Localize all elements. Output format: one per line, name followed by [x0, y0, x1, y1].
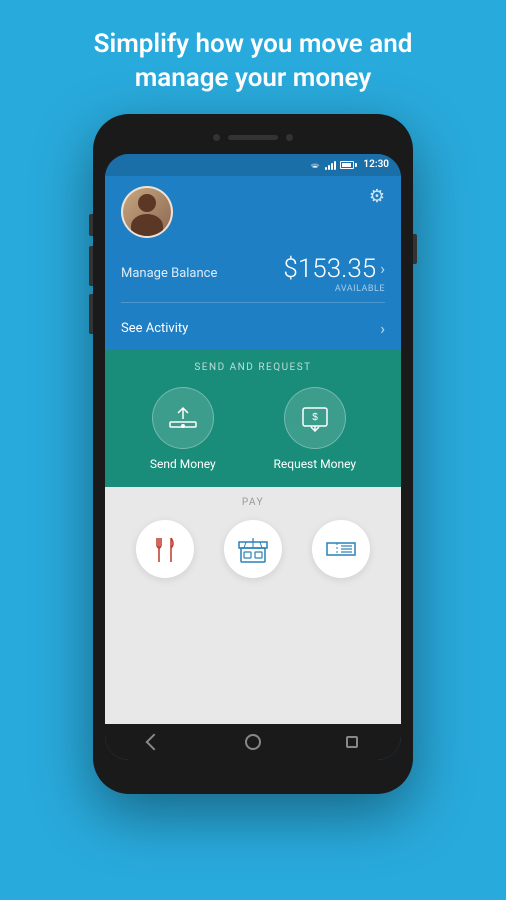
see-activity-row[interactable]: See Activity ›: [121, 311, 385, 350]
power-button[interactable]: [413, 234, 417, 264]
balance-amount: $153.35: [283, 254, 376, 284]
avatar-image: [123, 186, 171, 238]
settings-icon[interactable]: ⚙: [369, 186, 385, 207]
balance-amount-row[interactable]: $153.35 ›: [283, 254, 385, 284]
ticket-icon: [324, 535, 358, 563]
request-money-circle: $: [284, 387, 346, 449]
phone-top-bar: [105, 126, 401, 150]
avatar-row: ⚙: [121, 186, 385, 238]
pay-section: PAY: [105, 487, 401, 724]
store-icon: [236, 534, 270, 564]
nav-bar: [105, 724, 401, 760]
available-label: AVAILABLE: [283, 284, 385, 294]
wifi-icon: [309, 160, 321, 170]
avatar[interactable]: [121, 186, 173, 238]
speaker: [228, 135, 278, 140]
pay-restaurant-item[interactable]: [136, 520, 194, 578]
request-money-icon: $: [298, 404, 332, 432]
volume-up-button[interactable]: [89, 246, 93, 286]
recents-icon: [346, 736, 358, 748]
activity-label: See Activity: [121, 321, 188, 336]
back-button[interactable]: [144, 732, 164, 752]
status-bar: 12:30: [105, 154, 401, 176]
status-time: 12:30: [363, 159, 389, 170]
pay-ticket-circle: [312, 520, 370, 578]
send-request-section: SEND AND REQUEST: [105, 350, 401, 487]
signal-icon: [325, 160, 336, 170]
activity-chevron-icon: ›: [380, 319, 385, 338]
phone-device: 12:30 ⚙ Manage Balance $153.35 › AVAIL: [93, 114, 413, 794]
volume-down-button[interactable]: [89, 294, 93, 334]
home-icon: [245, 734, 261, 750]
pay-restaurant-circle: [136, 520, 194, 578]
header-line1: Simplify how you move and: [94, 29, 413, 59]
recents-button[interactable]: [342, 732, 362, 752]
svg-text:$: $: [312, 412, 318, 423]
header-line2: manage your money: [135, 63, 372, 93]
sensor: [286, 134, 293, 141]
phone-screen: 12:30 ⚙ Manage Balance $153.35 › AVAIL: [105, 154, 401, 760]
pay-store-circle: [224, 520, 282, 578]
pay-store-item[interactable]: [224, 520, 282, 578]
send-money-circle: [152, 387, 214, 449]
restaurant-icon: [151, 534, 179, 564]
request-money-item[interactable]: $ Request Money: [274, 387, 357, 471]
request-money-label: Request Money: [274, 457, 357, 471]
top-section: ⚙ Manage Balance $153.35 › AVAILABLE See…: [105, 176, 401, 350]
send-money-item[interactable]: Send Money: [150, 387, 216, 471]
pay-ticket-item[interactable]: [312, 520, 370, 578]
front-camera: [213, 134, 220, 141]
header-text: Simplify how you move and manage your mo…: [54, 0, 453, 114]
home-button[interactable]: [243, 732, 263, 752]
pay-buttons-row: [121, 520, 385, 578]
back-icon: [146, 733, 163, 750]
send-request-title: SEND AND REQUEST: [121, 362, 385, 373]
balance-chevron-icon: ›: [380, 259, 385, 278]
send-money-icon: [166, 404, 200, 432]
pay-title: PAY: [121, 497, 385, 508]
mute-button[interactable]: [89, 214, 93, 236]
action-buttons-row: Send Money $: [121, 387, 385, 471]
divider: [121, 302, 385, 303]
manage-balance-label: Manage Balance: [121, 266, 217, 281]
battery-icon: [340, 161, 357, 169]
send-money-label: Send Money: [150, 457, 216, 471]
balance-row: Manage Balance $153.35 › AVAILABLE: [121, 254, 385, 294]
